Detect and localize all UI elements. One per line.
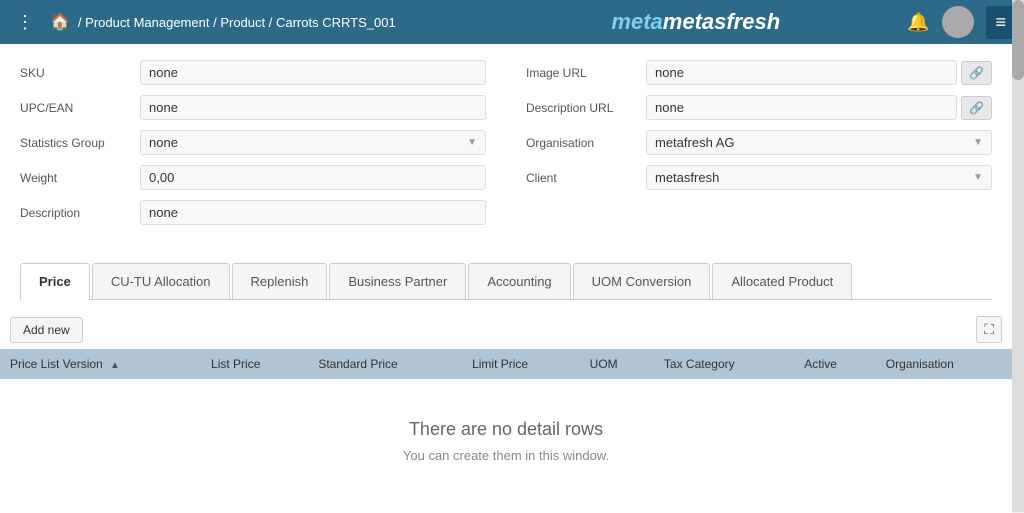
upc-input[interactable]: none: [140, 95, 486, 120]
scrollbar-thumb[interactable]: [1012, 0, 1024, 80]
form-section: SKU none UPC/EAN none Statistics Group n…: [0, 44, 1012, 300]
col-list-price: List Price: [201, 349, 308, 379]
empty-state-title: There are no detail rows: [20, 419, 992, 440]
image-url-link-button[interactable]: 🔗: [961, 61, 992, 85]
col-organisation: Organisation: [876, 349, 1012, 379]
notification-bell-icon[interactable]: 🔔: [907, 12, 929, 33]
statistics-row: Statistics Group none: [20, 130, 486, 155]
image-url-row: Image URL none 🔗: [526, 60, 992, 85]
breadcrumb-part1[interactable]: Product Management: [85, 15, 209, 30]
price-table: Price List Version ▲ List Price Standard…: [0, 349, 1012, 503]
statistics-dropdown[interactable]: none: [140, 130, 486, 155]
weight-row: Weight 0,00: [20, 165, 486, 190]
description-url-link-button[interactable]: 🔗: [961, 96, 992, 120]
client-label: Client: [526, 171, 646, 185]
organisation-dropdown[interactable]: metafresh AG: [646, 130, 992, 155]
app-logo: metametasfresh: [493, 9, 900, 35]
col-standard-price: Standard Price: [308, 349, 462, 379]
tab-business-partner[interactable]: Business Partner: [329, 263, 466, 299]
description-label: Description: [20, 206, 140, 220]
breadcrumb-part3[interactable]: Carrots CRRTS_001: [276, 15, 396, 30]
upc-label: UPC/EAN: [20, 101, 140, 115]
form-left: SKU none UPC/EAN none Statistics Group n…: [20, 60, 486, 235]
tab-cu-tu-allocation[interactable]: CU-TU Allocation: [92, 263, 230, 299]
expand-button[interactable]: ⛶: [976, 316, 1002, 343]
col-limit-price: Limit Price: [462, 349, 580, 379]
empty-state-row: There are no detail rows You can create …: [0, 379, 1012, 503]
description-row: Description none: [20, 200, 486, 225]
tab-price[interactable]: Price: [20, 263, 90, 300]
sku-label: SKU: [20, 66, 140, 80]
empty-state-subtitle: You can create them in this window.: [20, 448, 992, 463]
avatar[interactable]: [942, 6, 974, 38]
sku-row: SKU none: [20, 60, 486, 85]
tab-allocated-product[interactable]: Allocated Product: [712, 263, 852, 299]
col-uom: UOM: [580, 349, 654, 379]
tab-accounting[interactable]: Accounting: [468, 263, 570, 299]
weight-label: Weight: [20, 171, 140, 185]
description-url-field: none 🔗: [646, 95, 992, 120]
statistics-label: Statistics Group: [20, 136, 140, 150]
image-url-input[interactable]: none: [646, 60, 957, 85]
scrollbar[interactable]: [1012, 0, 1024, 512]
col-price-list-version[interactable]: Price List Version ▲: [0, 349, 201, 379]
breadcrumb: / Product Management / Product / Carrots…: [78, 15, 485, 30]
image-url-label: Image URL: [526, 66, 646, 80]
description-url-input[interactable]: none: [646, 95, 957, 120]
table-section: Add new ⛶ Price List Version ▲ List Pric…: [0, 300, 1012, 513]
tab-replenish[interactable]: Replenish: [232, 263, 328, 299]
empty-state: There are no detail rows You can create …: [0, 379, 1012, 503]
description-url-row: Description URL none 🔗: [526, 95, 992, 120]
tabs: Price CU-TU Allocation Replenish Busines…: [20, 263, 992, 300]
form-right: Image URL none 🔗 Description URL none 🔗: [526, 60, 992, 235]
header: ⋮ 🏠 / Product Management / Product / Car…: [0, 0, 1024, 44]
organisation-label: Organisation: [526, 136, 646, 150]
table-header-row: Price List Version ▲ List Price Standard…: [0, 349, 1012, 379]
sort-icon: ▲: [110, 360, 120, 371]
organisation-row: Organisation metafresh AG: [526, 130, 992, 155]
col-active: Active: [794, 349, 876, 379]
tab-uom-conversion[interactable]: UOM Conversion: [573, 263, 711, 299]
header-icons: 🔔 ≡: [907, 6, 1016, 39]
add-new-button[interactable]: Add new: [10, 317, 83, 343]
description-url-label: Description URL: [526, 101, 646, 115]
upc-row: UPC/EAN none: [20, 95, 486, 120]
client-dropdown[interactable]: metasfresh: [646, 165, 992, 190]
client-row: Client metasfresh: [526, 165, 992, 190]
home-icon[interactable]: 🏠: [50, 12, 70, 32]
image-url-field: none 🔗: [646, 60, 992, 85]
description-input[interactable]: none: [140, 200, 486, 225]
breadcrumb-part2[interactable]: Product: [220, 15, 265, 30]
table-toolbar: Add new ⛶: [0, 310, 1012, 349]
sku-input[interactable]: none: [140, 60, 486, 85]
menu-dots-icon[interactable]: ⋮: [8, 8, 42, 37]
col-tax-category: Tax Category: [654, 349, 794, 379]
breadcrumb-separator3: /: [269, 15, 276, 30]
weight-input[interactable]: 0,00: [140, 165, 486, 190]
